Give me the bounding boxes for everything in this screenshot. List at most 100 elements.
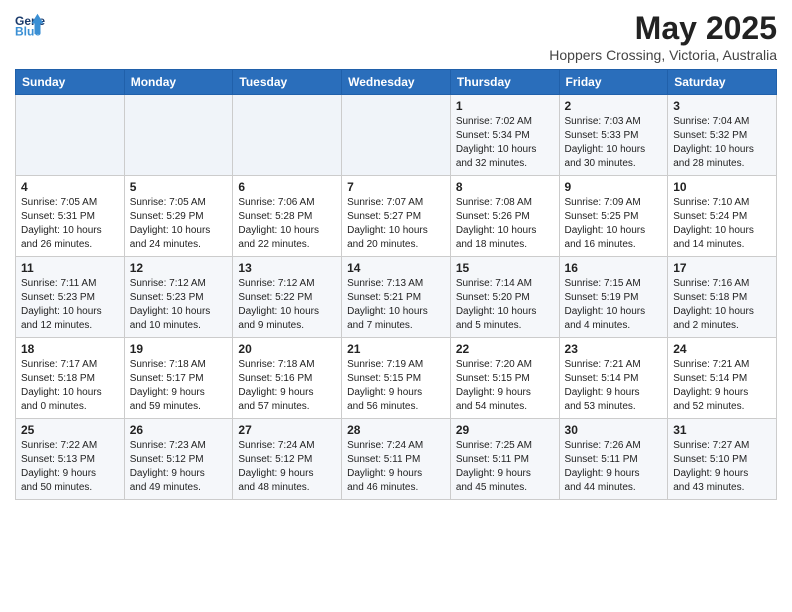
day-number: 12: [130, 261, 228, 275]
day-number: 5: [130, 180, 228, 194]
day-info: Sunrise: 7:05 AM Sunset: 5:29 PM Dayligh…: [130, 196, 228, 252]
weekday-header-friday: Friday: [559, 70, 668, 95]
day-info: Sunrise: 7:08 AM Sunset: 5:26 PM Dayligh…: [456, 196, 554, 252]
calendar-cell: 18 Sunrise: 7:17 AM Sunset: 5:18 PM Dayli…: [16, 338, 125, 419]
calendar-cell: 6 Sunrise: 7:06 AM Sunset: 5:28 PM Daylig…: [233, 176, 342, 257]
day-info: Sunrise: 7:11 AM Sunset: 5:23 PM Dayligh…: [21, 277, 119, 333]
weekday-header-thursday: Thursday: [450, 70, 559, 95]
day-number: 18: [21, 342, 119, 356]
day-number: 4: [21, 180, 119, 194]
calendar-cell: [342, 95, 451, 176]
day-number: 13: [238, 261, 336, 275]
day-info: Sunrise: 7:26 AM Sunset: 5:11 PM Dayligh…: [565, 439, 663, 495]
day-info: Sunrise: 7:04 AM Sunset: 5:32 PM Dayligh…: [673, 115, 771, 171]
day-info: Sunrise: 7:18 AM Sunset: 5:17 PM Dayligh…: [130, 358, 228, 414]
day-number: 14: [347, 261, 445, 275]
calendar-cell: 21Sunrise: 7:19 AM Sunset: 5:15 PM Dayli…: [342, 338, 451, 419]
calendar-cell: 16 Sunrise: 7:15 AM Sunset: 5:19 PM Dayli…: [559, 257, 668, 338]
weekday-header-tuesday: Tuesday: [233, 70, 342, 95]
calendar-cell: 27 Sunrise: 7:24 AM Sunset: 5:12 PM Dayli…: [233, 419, 342, 500]
day-info: Sunrise: 7:18 AM Sunset: 5:16 PM Dayligh…: [238, 358, 336, 414]
day-info: Sunrise: 7:23 AM Sunset: 5:12 PM Dayligh…: [130, 439, 228, 495]
day-info: Sunrise: 7:22 AM Sunset: 5:13 PM Dayligh…: [21, 439, 119, 495]
calendar-cell: 17Sunrise: 7:16 AM Sunset: 5:18 PM Dayli…: [668, 257, 777, 338]
day-number: 6: [238, 180, 336, 194]
calendar-cell: 19 Sunrise: 7:18 AM Sunset: 5:17 PM Dayli…: [124, 338, 233, 419]
day-info: Sunrise: 7:20 AM Sunset: 5:15 PM Dayligh…: [456, 358, 554, 414]
calendar-cell: 5 Sunrise: 7:05 AM Sunset: 5:29 PM Daylig…: [124, 176, 233, 257]
day-info: Sunrise: 7:13 AM Sunset: 5:21 PM Dayligh…: [347, 277, 445, 333]
weekday-header-row: SundayMondayTuesdayWednesdayThursdayFrid…: [16, 70, 777, 95]
calendar-cell: 7 Sunrise: 7:07 AM Sunset: 5:27 PM Daylig…: [342, 176, 451, 257]
calendar-cell: 14 Sunrise: 7:13 AM Sunset: 5:21 PM Dayli…: [342, 257, 451, 338]
calendar-cell: 24 Sunrise: 7:21 AM Sunset: 5:14 PM Dayli…: [668, 338, 777, 419]
calendar-cell: 4 Sunrise: 7:05 AM Sunset: 5:31 PM Daylig…: [16, 176, 125, 257]
calendar-cell: 2Sunrise: 7:03 AM Sunset: 5:33 PM Daylig…: [559, 95, 668, 176]
day-info: Sunrise: 7:21 AM Sunset: 5:14 PM Dayligh…: [673, 358, 771, 414]
calendar-week-5: 25 Sunrise: 7:22 AM Sunset: 5:13 PM Dayli…: [16, 419, 777, 500]
day-number: 24: [673, 342, 771, 356]
calendar-cell: [233, 95, 342, 176]
day-number: 26: [130, 423, 228, 437]
day-info: Sunrise: 7:17 AM Sunset: 5:18 PM Dayligh…: [21, 358, 119, 414]
calendar-cell: 12 Sunrise: 7:12 AM Sunset: 5:23 PM Dayli…: [124, 257, 233, 338]
day-number: 19: [130, 342, 228, 356]
calendar-cell: 29 Sunrise: 7:25 AM Sunset: 5:11 PM Dayli…: [450, 419, 559, 500]
day-info: Sunrise: 7:25 AM Sunset: 5:11 PM Dayligh…: [456, 439, 554, 495]
weekday-header-sunday: Sunday: [16, 70, 125, 95]
calendar-cell: 3 Sunrise: 7:04 AM Sunset: 5:32 PM Daylig…: [668, 95, 777, 176]
day-info: Sunrise: 7:24 AM Sunset: 5:11 PM Dayligh…: [347, 439, 445, 495]
day-number: 27: [238, 423, 336, 437]
calendar-cell: 23Sunrise: 7:21 AM Sunset: 5:14 PM Dayli…: [559, 338, 668, 419]
day-number: 21: [347, 342, 445, 356]
logo: General Blue: [15, 10, 45, 40]
calendar-cell: 30Sunrise: 7:26 AM Sunset: 5:11 PM Dayli…: [559, 419, 668, 500]
calendar-cell: 13Sunrise: 7:12 AM Sunset: 5:22 PM Dayli…: [233, 257, 342, 338]
day-number: 8: [456, 180, 554, 194]
calendar-cell: 10 Sunrise: 7:10 AM Sunset: 5:24 PM Dayli…: [668, 176, 777, 257]
calendar-week-1: 1Sunrise: 7:02 AM Sunset: 5:34 PM Daylig…: [16, 95, 777, 176]
day-number: 2: [565, 99, 663, 113]
day-info: Sunrise: 7:15 AM Sunset: 5:19 PM Dayligh…: [565, 277, 663, 333]
day-number: 16: [565, 261, 663, 275]
day-info: Sunrise: 7:06 AM Sunset: 5:28 PM Dayligh…: [238, 196, 336, 252]
calendar-cell: [124, 95, 233, 176]
day-number: 29: [456, 423, 554, 437]
day-number: 9: [565, 180, 663, 194]
day-info: Sunrise: 7:05 AM Sunset: 5:31 PM Dayligh…: [21, 196, 119, 252]
calendar-cell: 22Sunrise: 7:20 AM Sunset: 5:15 PM Dayli…: [450, 338, 559, 419]
calendar-cell: 25 Sunrise: 7:22 AM Sunset: 5:13 PM Dayli…: [16, 419, 125, 500]
page-header: General Blue May 2025 Hoppers Crossing, …: [15, 10, 777, 63]
day-number: 23: [565, 342, 663, 356]
calendar-cell: 26 Sunrise: 7:23 AM Sunset: 5:12 PM Dayli…: [124, 419, 233, 500]
day-number: 25: [21, 423, 119, 437]
day-number: 1: [456, 99, 554, 113]
location-title: Hoppers Crossing, Victoria, Australia: [549, 47, 777, 63]
day-number: 7: [347, 180, 445, 194]
day-info: Sunrise: 7:10 AM Sunset: 5:24 PM Dayligh…: [673, 196, 771, 252]
calendar-week-4: 18 Sunrise: 7:17 AM Sunset: 5:18 PM Dayli…: [16, 338, 777, 419]
calendar-week-3: 11 Sunrise: 7:11 AM Sunset: 5:23 PM Dayli…: [16, 257, 777, 338]
weekday-header-monday: Monday: [124, 70, 233, 95]
calendar-cell: 1Sunrise: 7:02 AM Sunset: 5:34 PM Daylig…: [450, 95, 559, 176]
day-number: 20: [238, 342, 336, 356]
calendar-cell: 20 Sunrise: 7:18 AM Sunset: 5:16 PM Dayli…: [233, 338, 342, 419]
day-number: 11: [21, 261, 119, 275]
day-number: 3: [673, 99, 771, 113]
day-number: 31: [673, 423, 771, 437]
calendar-cell: 9Sunrise: 7:09 AM Sunset: 5:25 PM Daylig…: [559, 176, 668, 257]
calendar-cell: 31 Sunrise: 7:27 AM Sunset: 5:10 PM Dayli…: [668, 419, 777, 500]
day-info: Sunrise: 7:12 AM Sunset: 5:23 PM Dayligh…: [130, 277, 228, 333]
weekday-header-wednesday: Wednesday: [342, 70, 451, 95]
calendar-cell: 11 Sunrise: 7:11 AM Sunset: 5:23 PM Dayli…: [16, 257, 125, 338]
calendar-cell: 8 Sunrise: 7:08 AM Sunset: 5:26 PM Daylig…: [450, 176, 559, 257]
day-number: 10: [673, 180, 771, 194]
month-title: May 2025: [549, 10, 777, 47]
calendar-cell: [16, 95, 125, 176]
day-info: Sunrise: 7:14 AM Sunset: 5:20 PM Dayligh…: [456, 277, 554, 333]
day-info: Sunrise: 7:07 AM Sunset: 5:27 PM Dayligh…: [347, 196, 445, 252]
day-info: Sunrise: 7:24 AM Sunset: 5:12 PM Dayligh…: [238, 439, 336, 495]
weekday-header-saturday: Saturday: [668, 70, 777, 95]
calendar-cell: 28Sunrise: 7:24 AM Sunset: 5:11 PM Dayli…: [342, 419, 451, 500]
day-info: Sunrise: 7:27 AM Sunset: 5:10 PM Dayligh…: [673, 439, 771, 495]
